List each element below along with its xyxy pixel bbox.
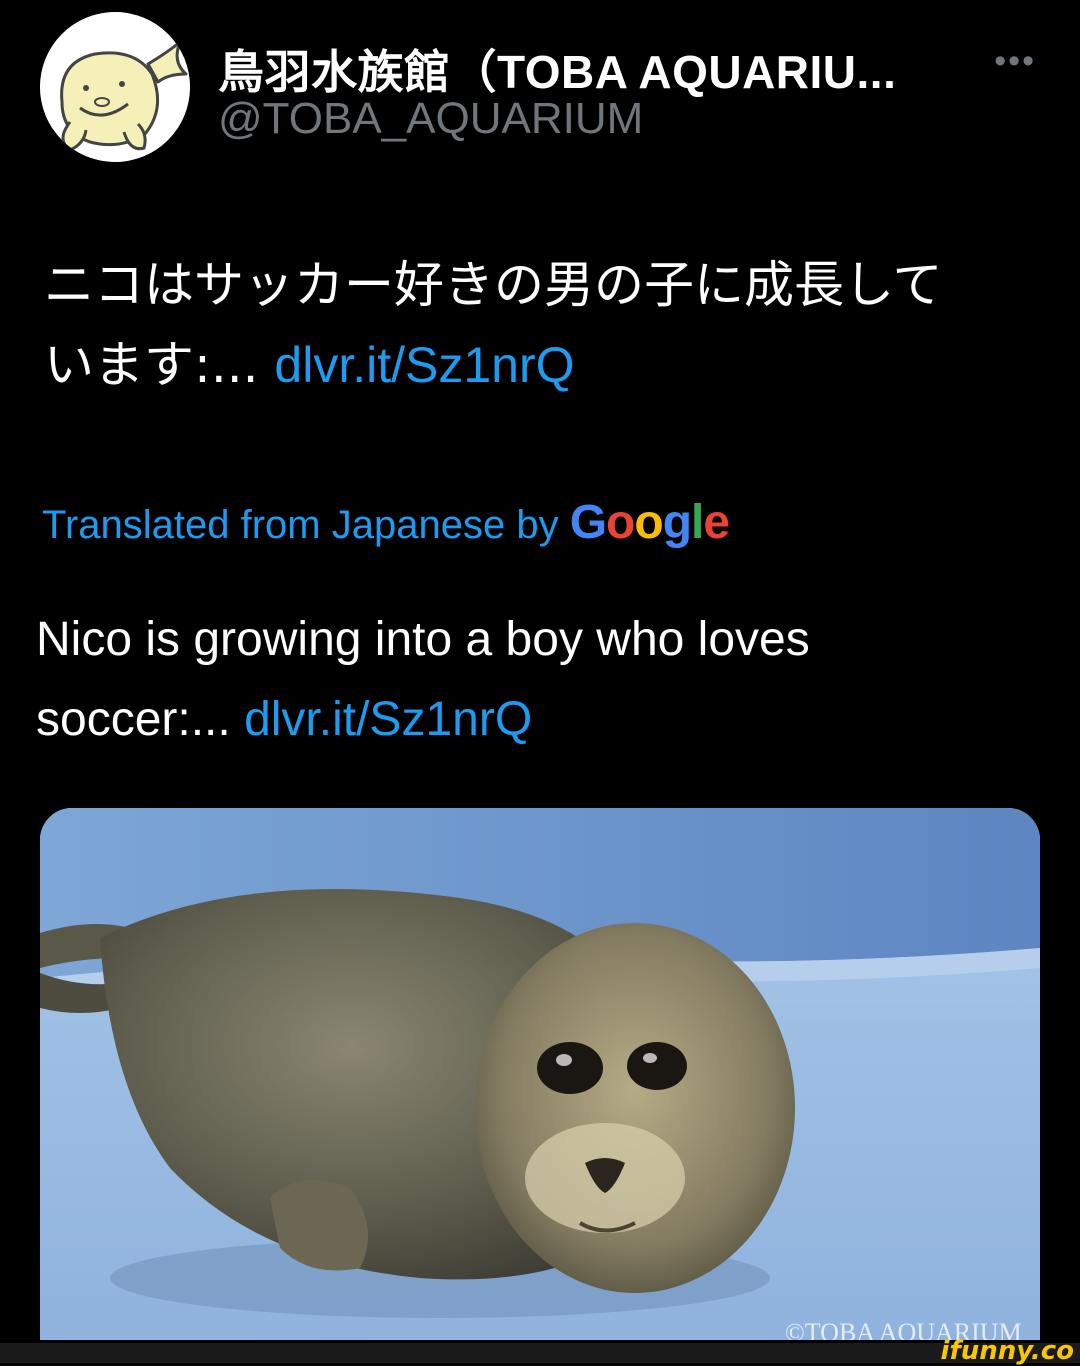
- seal-photo-image: [40, 808, 1040, 1340]
- translation-attribution[interactable]: Translated from Japanese by Google: [42, 495, 730, 550]
- tweet-header: 鳥羽水族館（TOBA AQUARIU... @TOBA_AQUARIUM •••: [40, 12, 1040, 162]
- en-line-1: Nico is growing into a boy who loves: [36, 613, 810, 666]
- tweet-link-jp[interactable]: dlvr.it/Sz1nrQ: [274, 337, 574, 393]
- user-handle[interactable]: @TOBA_AQUARIUM: [218, 94, 643, 144]
- en-line-2: soccer:... dlvr.it/Sz1nrQ: [36, 680, 1016, 760]
- bottom-bar: [0, 1343, 1080, 1363]
- translated-label: Translated from Japanese by: [42, 503, 570, 547]
- tweet-text-english: Nico is growing into a boy who loves soc…: [36, 600, 1016, 760]
- more-options-icon[interactable]: •••: [994, 42, 1036, 81]
- seal-mascot-icon: [40, 12, 190, 162]
- avatar[interactable]: [40, 12, 190, 162]
- en-line-2-text: soccer:...: [36, 693, 245, 746]
- tweet-text-japanese: ニコはサッカー好きの男の子に成長して います:... dlvr.it/Sz1nr…: [44, 245, 1044, 405]
- tweet-link-en[interactable]: dlvr.it/Sz1nrQ: [244, 693, 532, 746]
- display-name[interactable]: 鳥羽水族館（TOBA AQUARIU...: [218, 36, 896, 102]
- jp-line-2-text: います:...: [44, 336, 275, 394]
- google-logo: Google: [569, 496, 730, 549]
- jp-line-1: ニコはサッカー好きの男の子に成長して: [44, 256, 943, 314]
- ifunny-logo: ifunny.co: [940, 1336, 1074, 1366]
- tweet-photo[interactable]: ©TOBA AQUARIUM: [40, 808, 1040, 1340]
- jp-line-2: います:... dlvr.it/Sz1nrQ: [44, 325, 1044, 405]
